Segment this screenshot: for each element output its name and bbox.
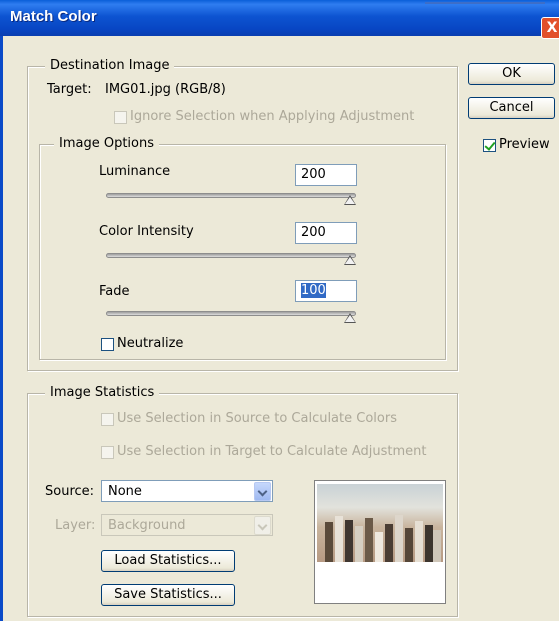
layer-label: Layer:	[55, 518, 96, 533]
target-label: Target:	[47, 82, 92, 97]
layer-dropdown[interactable]: Background	[101, 514, 273, 536]
ok-button[interactable]: OK	[468, 63, 555, 85]
fade-input[interactable]: 100	[295, 280, 357, 302]
close-button[interactable]: X	[541, 17, 559, 39]
target-value: IMG01.jpg (RGB/8)	[105, 82, 226, 97]
load-statistics-label: Load Statistics...	[114, 553, 222, 568]
luminance-input[interactable]: 200	[295, 164, 357, 186]
load-statistics-button[interactable]: Load Statistics...	[101, 550, 235, 572]
use-selection-target-checkbox[interactable]	[101, 446, 114, 459]
use-selection-source-checkbox[interactable]	[101, 413, 114, 426]
color-intensity-value: 200	[301, 225, 326, 240]
ok-button-label: OK	[502, 66, 521, 81]
ignore-selection-checkbox[interactable]	[114, 111, 127, 124]
title-bar: Match Color X	[0, 0, 559, 39]
luminance-slider-thumb[interactable]	[344, 195, 356, 205]
use-selection-source-label: Use Selection in Source to Calculate Col…	[117, 411, 397, 426]
source-label: Source:	[45, 484, 95, 499]
fade-label: Fade	[99, 284, 130, 299]
fade-slider-thumb[interactable]	[344, 313, 356, 323]
save-statistics-label: Save Statistics...	[114, 587, 222, 602]
source-thumbnail-photo	[317, 484, 443, 562]
window-frame-left	[0, 36, 3, 621]
save-statistics-button[interactable]: Save Statistics...	[101, 584, 235, 606]
cancel-button-label: Cancel	[489, 100, 534, 115]
preview-label: Preview	[499, 137, 550, 152]
ignore-selection-label: Ignore Selection when Applying Adjustmen…	[130, 109, 415, 124]
window-title: Match Color	[10, 8, 97, 25]
use-selection-target-label: Use Selection in Target to Calculate Adj…	[117, 444, 427, 459]
layer-value: Background	[108, 518, 186, 533]
preview-checkbox[interactable]	[483, 139, 496, 152]
close-icon: X	[546, 20, 558, 36]
fade-value: 100	[301, 283, 326, 298]
neutralize-label: Neutralize	[117, 336, 184, 351]
source-thumbnail	[314, 480, 446, 604]
color-intensity-label: Color Intensity	[99, 224, 194, 239]
luminance-label: Luminance	[99, 164, 171, 179]
cancel-button[interactable]: Cancel	[468, 97, 555, 119]
chevron-down-icon	[254, 482, 271, 501]
fade-slider-track[interactable]	[106, 311, 356, 316]
color-intensity-slider-track[interactable]	[106, 253, 356, 258]
luminance-slider-track[interactable]	[106, 193, 356, 198]
source-value: None	[108, 484, 142, 499]
source-dropdown[interactable]: None	[101, 480, 273, 502]
color-intensity-slider-thumb[interactable]	[344, 255, 356, 265]
luminance-value: 200	[301, 167, 326, 182]
image-options-legend: Image Options	[54, 136, 160, 151]
color-intensity-input[interactable]: 200	[295, 222, 357, 244]
title-bar-decoration	[425, 2, 545, 4]
neutralize-checkbox[interactable]	[101, 338, 114, 351]
destination-image-legend: Destination Image	[45, 58, 175, 73]
image-statistics-legend: Image Statistics	[45, 385, 160, 400]
chevron-down-icon	[254, 516, 271, 535]
